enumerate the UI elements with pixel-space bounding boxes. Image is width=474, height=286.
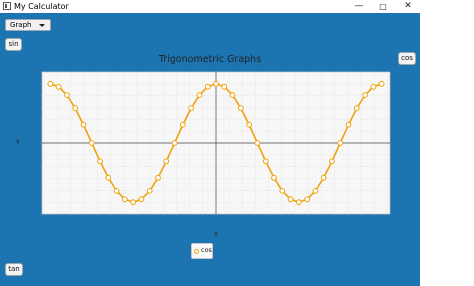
data-point: [370, 83, 377, 90]
data-point: [362, 92, 368, 99]
data-point: [229, 92, 236, 99]
data-point: [304, 196, 311, 203]
data-point: [105, 174, 112, 181]
y-axis-label: Y: [16, 139, 20, 146]
data-point: [312, 187, 319, 194]
data-point: [378, 80, 385, 87]
data-point: [295, 199, 302, 206]
data-point: [113, 187, 120, 194]
data-point: [179, 121, 186, 128]
legend-symbol-icon: [194, 249, 199, 254]
legend-label: cos: [201, 246, 212, 254]
data-point: [88, 140, 95, 146]
data-point: [130, 199, 137, 206]
x-axis-label: X: [214, 231, 219, 238]
data-point: [196, 92, 203, 99]
data-point: [254, 140, 261, 146]
data-point: [353, 105, 360, 112]
data-point: [47, 80, 54, 87]
data-point: [138, 196, 145, 203]
data-point: [213, 80, 219, 87]
data-point: [163, 158, 170, 165]
data-point: [337, 140, 344, 146]
data-point: [204, 83, 211, 90]
data-point: [72, 105, 79, 112]
data-point: [320, 174, 327, 181]
data-point: [64, 92, 70, 99]
data-point: [237, 105, 244, 112]
chart-plot: [40, 71, 391, 216]
data-point: [155, 174, 161, 181]
data-point: [171, 140, 178, 146]
data-point: [271, 174, 277, 181]
data-point: [287, 196, 294, 203]
data-point: [329, 158, 335, 165]
data-point: [146, 187, 153, 194]
data-point: [97, 158, 103, 165]
data-point: [188, 105, 195, 112]
data-point: [121, 196, 128, 203]
data-point: [55, 83, 62, 90]
chart-legend: cos: [191, 243, 213, 259]
data-point: [246, 121, 253, 128]
data-point: [221, 83, 228, 90]
data-point: [345, 121, 352, 128]
data-point: [80, 121, 87, 128]
data-point: [279, 187, 286, 194]
data-point: [262, 158, 269, 165]
